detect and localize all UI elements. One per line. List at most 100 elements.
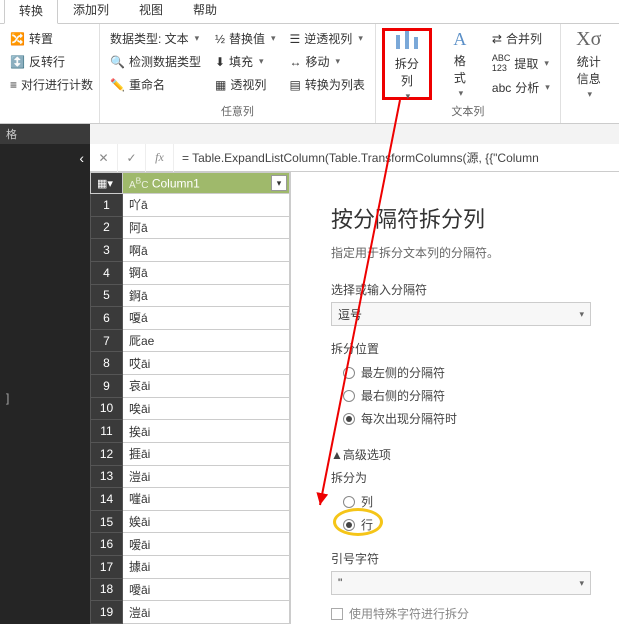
radio-rightmost[interactable]: 最右侧的分隔符 <box>331 384 595 407</box>
delimiter-select[interactable]: 逗号 ▾ <box>331 302 591 326</box>
cell[interactable]: 嘊āi <box>123 488 290 511</box>
quote-select[interactable]: " ▾ <box>331 571 591 595</box>
detect-type-button[interactable]: 🔍检测数据类型 <box>106 51 205 72</box>
row-number[interactable]: 11 <box>91 420 123 443</box>
cell[interactable]: 溰āi <box>123 601 290 624</box>
radio-leftmost[interactable]: 最左侧的分隔符 <box>331 361 595 384</box>
ribbon: 🔀 转置 ↕️ 反转行 ≡ 对行进行计数 数据类型: 文本▾ 🔍检测数据类型 ✏… <box>0 24 619 124</box>
row-number[interactable]: 16 <box>91 533 123 556</box>
formula-cancel-button[interactable]: ✕ <box>90 144 118 172</box>
fill-button[interactable]: ⬇填充▾ <box>211 51 280 72</box>
cell[interactable]: 锕ā <box>123 261 290 284</box>
count-rows-button[interactable]: ≡ 对行进行计数 <box>6 74 93 95</box>
radio-each[interactable]: 每次出现分隔符时 <box>331 407 595 430</box>
row-number[interactable]: 12 <box>91 442 123 465</box>
split-column-button[interactable]: 拆分 列 ▾ <box>382 28 432 100</box>
cell[interactable]: 嗳āi <box>123 533 290 556</box>
cell[interactable]: 挨āi <box>123 420 290 443</box>
table-row[interactable]: 4锕ā <box>91 261 290 284</box>
stats-button[interactable]: Χσ 统计 信息▾ <box>567 28 611 100</box>
row-number[interactable]: 6 <box>91 307 123 330</box>
table-row[interactable]: 9哀āi <box>91 375 290 398</box>
table-row[interactable]: 15娭āi <box>91 510 290 533</box>
tab-transform[interactable]: 转换 <box>4 0 58 24</box>
unpivot-button[interactable]: ☰逆透视列▾ <box>286 28 369 49</box>
row-number[interactable]: 19 <box>91 601 123 624</box>
table-row[interactable]: 6嗄á <box>91 307 290 330</box>
table-row[interactable]: 5錒ā <box>91 284 290 307</box>
advanced-toggle[interactable]: ▲高级选项 <box>331 446 595 463</box>
cell[interactable]: 唉āi <box>123 397 290 420</box>
table-row[interactable]: 2阿ā <box>91 216 290 239</box>
table-row[interactable]: 13溰āi <box>91 465 290 488</box>
special-char-checkbox[interactable]: 使用特殊字符进行拆分 <box>331 605 595 622</box>
table-row[interactable]: 1吖ā <box>91 194 290 217</box>
table-row[interactable]: 8哎āi <box>91 352 290 375</box>
radio-to-rows[interactable]: 行 <box>331 513 595 536</box>
cell[interactable]: 據āi <box>123 556 290 579</box>
table-row[interactable]: 3啊ā <box>91 239 290 262</box>
row-number[interactable]: 18 <box>91 578 123 601</box>
replace-button[interactable]: ½替换值▾ <box>211 28 280 49</box>
transpose-button[interactable]: 🔀 转置 <box>6 28 93 49</box>
tab-add-column[interactable]: 添加列 <box>58 0 124 23</box>
row-number[interactable]: 5 <box>91 284 123 307</box>
cell[interactable]: 厑ae <box>123 329 290 352</box>
row-number[interactable]: 9 <box>91 375 123 398</box>
parse-button[interactable]: abc分析▾ <box>488 77 554 98</box>
tolist-button[interactable]: ▤转换为列表 <box>286 74 369 95</box>
move-button[interactable]: ↔移动▾ <box>286 51 369 72</box>
cell[interactable]: 噯āi <box>123 578 290 601</box>
cell[interactable]: 捱āi <box>123 442 290 465</box>
tab-help[interactable]: 帮助 <box>178 0 232 23</box>
extract-button[interactable]: ABC123提取▾ <box>488 51 554 75</box>
cell[interactable]: 哀āi <box>123 375 290 398</box>
cell[interactable]: 娭āi <box>123 510 290 533</box>
table-row[interactable]: 10唉āi <box>91 397 290 420</box>
column-filter-icon[interactable]: ▾ <box>271 175 287 191</box>
row-number[interactable]: 17 <box>91 556 123 579</box>
table-row[interactable]: 18噯āi <box>91 578 290 601</box>
table-row[interactable]: 17據āi <box>91 556 290 579</box>
tab-view[interactable]: 视图 <box>124 0 178 23</box>
column-header-column1[interactable]: ABC Column1 ▾ <box>123 173 290 194</box>
delimiter-label: 选择或输入分隔符 <box>331 281 595 298</box>
cell[interactable]: 阿ā <box>123 216 290 239</box>
cell[interactable]: 啊ā <box>123 239 290 262</box>
formula-confirm-button[interactable]: ✓ <box>118 144 146 172</box>
row-number[interactable]: 1 <box>91 194 123 217</box>
row-number[interactable]: 3 <box>91 239 123 262</box>
formula-input[interactable]: = Table.ExpandListColumn(Table.Transform… <box>174 149 619 166</box>
quote-label: 引号字符 <box>331 550 595 567</box>
table-row[interactable]: 11挨āi <box>91 420 290 443</box>
cell[interactable]: 錒ā <box>123 284 290 307</box>
table-row[interactable]: 12捱āi <box>91 442 290 465</box>
table-row[interactable]: 14嘊āi <box>91 488 290 511</box>
reverse-label: 反转行 <box>29 53 65 70</box>
cell[interactable]: 嗄á <box>123 307 290 330</box>
row-number[interactable]: 15 <box>91 510 123 533</box>
collapse-sidebar-icon[interactable]: ‹ <box>79 150 84 166</box>
table-row[interactable]: 19溰āi <box>91 601 290 624</box>
radio-to-columns[interactable]: 列 <box>331 490 595 513</box>
row-number[interactable]: 14 <box>91 488 123 511</box>
fx-icon[interactable]: fx <box>146 144 174 172</box>
table-corner[interactable]: ▦▾ <box>91 173 123 194</box>
cell[interactable]: 吖ā <box>123 194 290 217</box>
table-row[interactable]: 7厑ae <box>91 329 290 352</box>
row-number[interactable]: 4 <box>91 261 123 284</box>
reverse-rows-button[interactable]: ↕️ 反转行 <box>6 51 93 72</box>
cell[interactable]: 哎āi <box>123 352 290 375</box>
format-button[interactable]: A 格 式 ▾ <box>438 28 482 100</box>
datatype-button[interactable]: 数据类型: 文本▾ <box>106 28 205 49</box>
cell[interactable]: 溰āi <box>123 465 290 488</box>
row-number[interactable]: 7 <box>91 329 123 352</box>
row-number[interactable]: 8 <box>91 352 123 375</box>
table-row[interactable]: 16嗳āi <box>91 533 290 556</box>
row-number[interactable]: 10 <box>91 397 123 420</box>
pivot-button[interactable]: ▦透视列 <box>211 74 280 95</box>
row-number[interactable]: 2 <box>91 216 123 239</box>
row-number[interactable]: 13 <box>91 465 123 488</box>
rename-button[interactable]: ✏️重命名 <box>106 74 205 95</box>
merge-button[interactable]: ⇄合并列 <box>488 28 554 49</box>
